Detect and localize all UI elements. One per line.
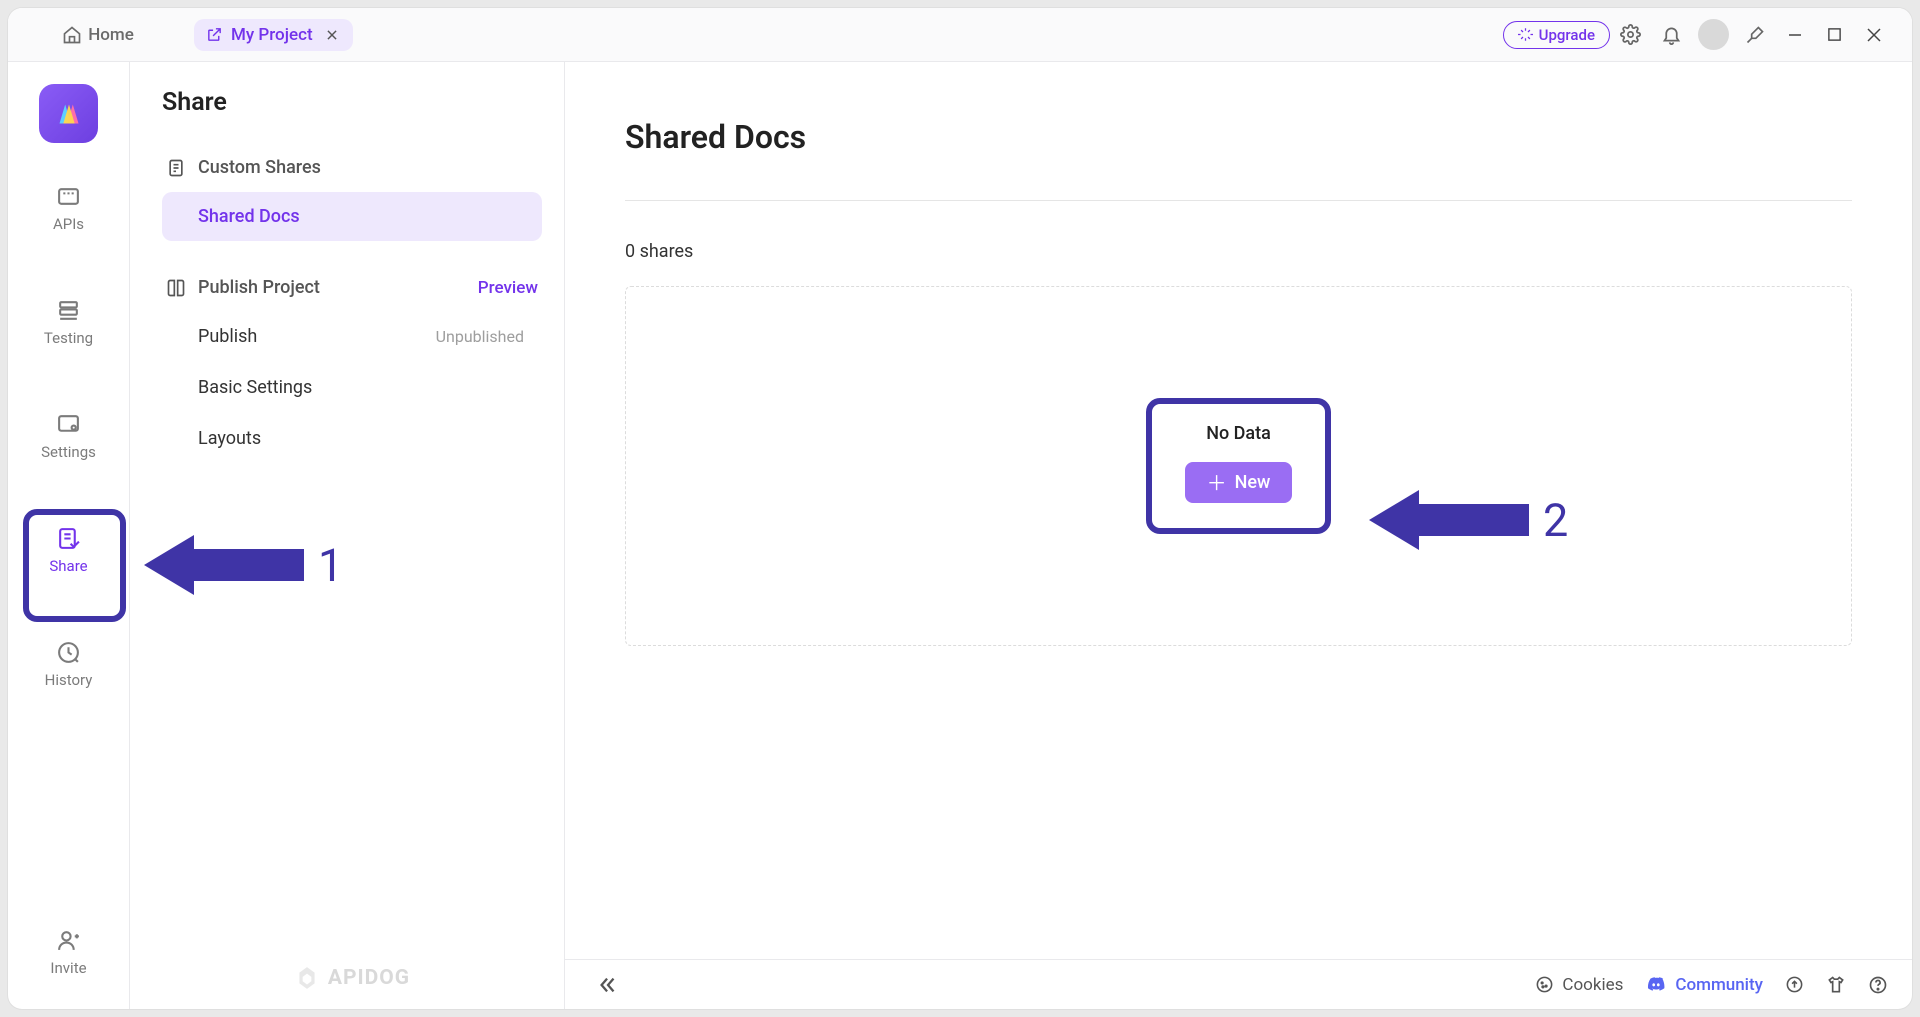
testing-icon <box>56 297 82 323</box>
left-rail: APIs Testing Settings Share <box>8 62 130 1009</box>
book-icon <box>166 278 186 298</box>
brand-footer: APIDOG <box>162 965 542 999</box>
no-data-card: No Data ＋ New <box>1155 407 1323 525</box>
nav-label: Publish Project <box>198 277 320 298</box>
window-close[interactable] <box>1854 21 1894 49</box>
footer: Cookies Community <box>565 959 1912 1009</box>
nav-label: Layouts <box>198 428 261 449</box>
preview-link[interactable]: Preview <box>478 278 538 298</box>
settings-icon <box>56 411 82 437</box>
tab-label: My Project <box>231 25 313 45</box>
discord-icon <box>1645 974 1667 996</box>
help-icon[interactable] <box>1868 975 1888 995</box>
nav-custom-shares[interactable]: Custom Shares <box>162 151 542 184</box>
invite-icon <box>56 927 82 953</box>
brand-label: APIDOG <box>328 966 410 990</box>
nav-publish[interactable]: Publish Unpublished <box>162 312 542 361</box>
upgrade-label: Upgrade <box>1539 26 1595 44</box>
rail-label: History <box>45 671 93 689</box>
doc-icon <box>166 158 186 178</box>
nav-label: Publish <box>198 326 257 347</box>
rail-invite[interactable]: Invite <box>32 921 106 983</box>
app-logo[interactable] <box>39 84 98 143</box>
nav-label: Shared Docs <box>198 206 300 227</box>
home-button[interactable]: Home <box>52 19 144 51</box>
history-icon <box>56 639 82 665</box>
nav-label: Basic Settings <box>198 377 312 398</box>
rail-label: Share <box>49 557 87 575</box>
rail-share[interactable]: Share <box>32 519 106 581</box>
tab-close-icon[interactable] <box>321 28 343 42</box>
publish-status: Unpublished <box>436 327 524 346</box>
collapse-sidebar-icon[interactable] <box>589 974 627 996</box>
sparkle-icon <box>1518 27 1533 42</box>
new-button[interactable]: ＋ New <box>1185 462 1293 503</box>
nav-layouts[interactable]: Layouts <box>162 414 542 463</box>
rail-label: Testing <box>44 329 93 347</box>
rail-testing[interactable]: Testing <box>32 291 106 353</box>
cookie-icon <box>1535 975 1554 994</box>
footer-cookies[interactable]: Cookies <box>1535 975 1623 995</box>
avatar[interactable] <box>1698 19 1729 50</box>
window-minimize[interactable] <box>1775 21 1815 49</box>
divider <box>625 200 1852 201</box>
rail-history[interactable]: History <box>32 633 106 695</box>
shirt-icon[interactable] <box>1826 975 1846 995</box>
share-icon <box>56 525 82 551</box>
gear-icon[interactable] <box>1610 18 1651 51</box>
community-label: Community <box>1675 975 1763 995</box>
home-icon <box>62 25 82 45</box>
rail-label: Settings <box>41 443 96 461</box>
share-count: 0 shares <box>625 241 1852 262</box>
window-maximize[interactable] <box>1815 21 1854 48</box>
panel-title: Share <box>162 88 542 117</box>
footer-community[interactable]: Community <box>1645 974 1763 996</box>
nav-label: Custom Shares <box>198 157 321 178</box>
pin-icon[interactable] <box>1735 19 1775 51</box>
plus-icon: ＋ <box>1207 473 1227 493</box>
page-title: Shared Docs <box>625 118 1852 156</box>
home-label: Home <box>88 25 134 45</box>
bell-icon[interactable] <box>1651 18 1692 51</box>
rail-apis[interactable]: APIs <box>32 177 106 239</box>
no-data-label: No Data <box>1206 423 1271 444</box>
nav-publish-project[interactable]: Publish Project Preview <box>162 271 542 304</box>
rail-label: Invite <box>50 959 86 977</box>
nav-shared-docs[interactable]: Shared Docs <box>162 192 542 241</box>
main-content: Shared Docs 0 shares No Data ＋ New <box>565 62 1912 1009</box>
empty-state: No Data ＋ New <box>625 286 1852 646</box>
external-link-icon <box>206 26 223 43</box>
nav-basic-settings[interactable]: Basic Settings <box>162 363 542 412</box>
titlebar: Home My Project Upgrade <box>8 8 1912 62</box>
share-panel: Share Custom Shares Shared Docs Publish … <box>130 62 565 1009</box>
rail-settings[interactable]: Settings <box>32 405 106 467</box>
project-tab[interactable]: My Project <box>194 19 353 51</box>
new-label: New <box>1235 472 1271 493</box>
upgrade-button[interactable]: Upgrade <box>1503 21 1610 49</box>
apis-icon <box>56 183 82 209</box>
cookies-label: Cookies <box>1562 975 1623 995</box>
rail-label: APIs <box>53 215 84 233</box>
upload-icon[interactable] <box>1785 975 1804 994</box>
